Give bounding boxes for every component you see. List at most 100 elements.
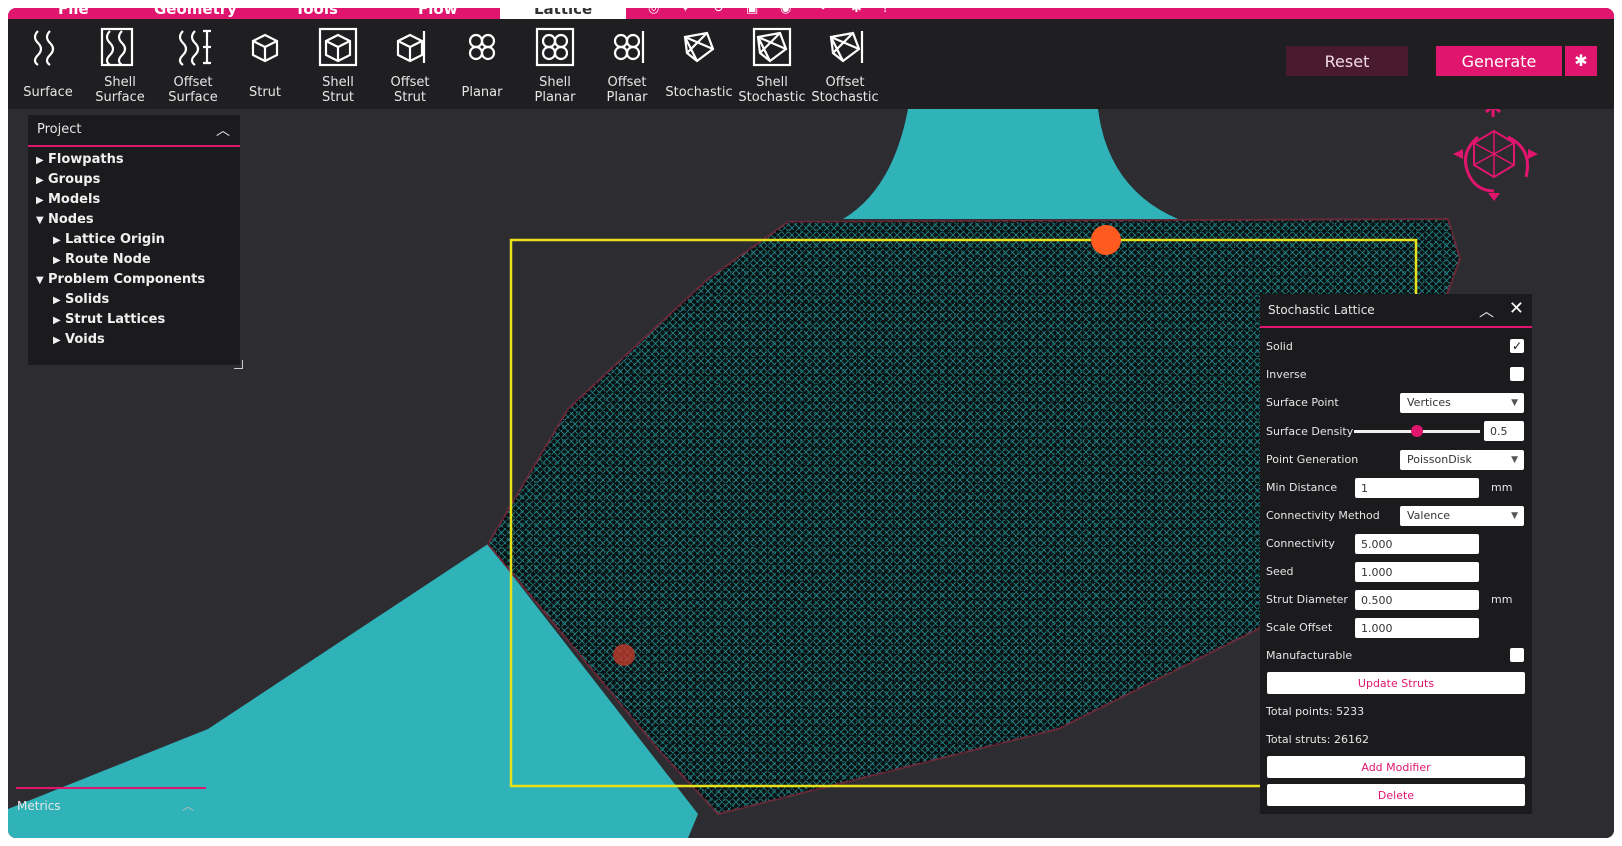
lattice-origin-marker[interactable] — [1091, 225, 1121, 255]
seed-input[interactable] — [1355, 562, 1479, 582]
tree-item-flowpaths[interactable]: ▶ Flowpaths — [36, 152, 124, 167]
connectivity-method-select[interactable]: Valence ▼ — [1400, 506, 1524, 526]
offset-surface-icon — [178, 29, 211, 66]
chevron-up-icon[interactable]: ︿ — [216, 120, 230, 140]
offset-stochastic-icon — [829, 31, 864, 63]
menu-tab-file[interactable]: File — [58, 8, 89, 19]
tool-label: Offset Stochastic — [808, 75, 882, 105]
caret-right-icon[interactable]: ▶ — [53, 295, 65, 306]
inverse-label: Inverse — [1266, 368, 1307, 381]
surface-point-select[interactable]: Vertices ▼ — [1400, 393, 1524, 413]
tool-label-line1: Offset — [173, 75, 213, 90]
caret-down-icon[interactable]: ▼ — [36, 275, 48, 286]
shell-planar-icon — [535, 27, 575, 67]
lattice-panel-title: Stochastic Lattice — [1268, 303, 1375, 317]
chevron-down-icon: ▼ — [1511, 398, 1518, 408]
tool-shell-planar[interactable]: Shell Planar — [518, 19, 592, 109]
menu-tab-geometry[interactable]: Geometry — [154, 8, 237, 19]
seed-label: Seed — [1266, 565, 1294, 578]
menu-tab-tools[interactable]: Tools — [295, 8, 338, 19]
tool-label: Offset Planar — [590, 75, 664, 105]
tool-label: Shell Stochastic — [735, 75, 809, 105]
node-icon[interactable]: ✦ — [680, 8, 696, 17]
tree-item-label: Groups — [48, 172, 101, 187]
reset-button[interactable]: Reset — [1286, 46, 1408, 76]
tool-offset-planar[interactable]: Offset Planar — [590, 19, 664, 109]
tree-item-solids[interactable]: ▶ Solids — [53, 292, 109, 307]
tool-label-line2: Strut — [393, 90, 427, 105]
tree-item-groups[interactable]: ▶ Groups — [36, 172, 100, 187]
caret-right-icon[interactable]: ▶ — [53, 255, 65, 266]
chevron-up-icon[interactable]: ︿ — [182, 797, 194, 814]
caret-down-icon[interactable]: ▼ — [36, 215, 48, 226]
tree-item-strut-lattices[interactable]: ▶ Strut Lattices — [53, 312, 165, 327]
solid-checkbox[interactable]: ✓ — [1510, 339, 1524, 353]
project-panel: Project ︿ ▶ Flowpaths ▶ Groups ▶ Models ▼ Nodes… — [28, 115, 240, 365]
tool-label-line2: Strut — [321, 90, 355, 105]
tree-item-lattice-origin[interactable]: ▶ Lattice Origin — [53, 232, 165, 247]
caret-right-icon[interactable]: ▶ — [36, 195, 48, 206]
tool-offset-surface[interactable]: Offset Surface — [156, 19, 230, 109]
tree-item-label: Solids — [65, 292, 110, 307]
tool-shell-surface[interactable]: Shell Surface — [83, 19, 157, 109]
scale-offset-input[interactable] — [1355, 618, 1479, 638]
close-icon[interactable]: ✕ — [1509, 298, 1524, 319]
add-modifier-button[interactable]: Add Modifier — [1267, 756, 1525, 778]
settings-button[interactable]: ✱ — [1565, 46, 1597, 76]
chevron-up-icon[interactable]: ︿ — [1479, 300, 1494, 321]
tree-item-label: Route Node — [65, 252, 151, 267]
tool-strut-lattice[interactable]: Strut — [228, 19, 302, 109]
globe-icon[interactable]: ◎ — [648, 8, 664, 17]
tool-planar-lattice[interactable]: Planar — [445, 19, 519, 109]
metrics-bar[interactable]: Metrics ︿ — [16, 787, 206, 817]
layout-icon[interactable]: ▣ — [746, 8, 762, 17]
shell-surface-icon — [100, 27, 134, 67]
generate-button[interactable]: Generate — [1436, 46, 1562, 76]
tool-shell-strut[interactable]: Shell Strut — [301, 19, 375, 109]
connectivity-input[interactable] — [1355, 534, 1479, 554]
tree-item-problem-components[interactable]: ▼ Problem Components — [36, 272, 205, 287]
surface-density-slider-handle[interactable] — [1411, 425, 1423, 437]
surface-density-input[interactable] — [1484, 421, 1524, 441]
point-generation-select[interactable]: PoissonDisk ▼ — [1400, 450, 1524, 470]
surface-lattice-icon — [33, 30, 55, 66]
resize-handle[interactable] — [234, 360, 243, 369]
tree-item-models[interactable]: ▶ Models — [36, 192, 100, 207]
tree-item-nodes[interactable]: ▼ Nodes — [36, 212, 94, 227]
connectivity-label: Connectivity — [1266, 537, 1335, 550]
connectivity-method-value: Valence — [1407, 509, 1451, 522]
caret-right-icon[interactable]: ▶ — [36, 175, 48, 186]
tool-stochastic-lattice[interactable]: Stochastic — [662, 19, 736, 109]
tool-label-line1: Shell — [756, 75, 788, 90]
view-cube-gizmo[interactable] — [1453, 109, 1538, 201]
menu-tab-lattice[interactable]: Lattice — [500, 8, 627, 19]
tool-offset-stochastic[interactable]: Offset Stochastic — [808, 19, 882, 109]
caret-right-icon[interactable]: ▶ — [53, 235, 65, 246]
route-node-marker[interactable] — [613, 644, 635, 666]
tool-shell-stochastic[interactable]: Shell Stochastic — [735, 19, 809, 109]
update-struts-button[interactable]: Update Struts — [1267, 672, 1525, 694]
min-distance-input[interactable] — [1355, 478, 1479, 498]
shell-strut-icon — [318, 27, 358, 67]
tree-item-route-node[interactable]: ▶ Route Node — [53, 252, 151, 267]
gear-icon[interactable]: ✱ — [851, 8, 867, 17]
tree-item-voids[interactable]: ▶ Voids — [53, 332, 105, 347]
caret-right-icon[interactable]: ▶ — [53, 335, 65, 346]
tree-item-label: Flowpaths — [48, 152, 124, 167]
refresh-icon[interactable]: ↻ — [713, 8, 729, 17]
menu-tab-flow[interactable]: Flow — [418, 8, 458, 19]
inverse-checkbox[interactable] — [1510, 367, 1524, 381]
tool-offset-strut[interactable]: Offset Strut — [373, 19, 447, 109]
stochastic-lattice-icon — [683, 31, 715, 63]
eye-icon[interactable]: ◉ — [780, 8, 796, 17]
caret-right-icon[interactable]: ▶ — [53, 315, 65, 326]
offset-planar-icon — [613, 31, 645, 63]
manufacturable-checkbox[interactable] — [1510, 648, 1524, 662]
help-icon[interactable]: ? — [882, 8, 898, 17]
strut-diameter-input[interactable] — [1355, 590, 1479, 610]
tool-surface-lattice[interactable]: Surface — [11, 19, 85, 109]
delete-button[interactable]: Delete — [1267, 784, 1525, 806]
tool-label-line1: Offset — [607, 75, 647, 90]
undo-icon[interactable]: ↶ — [820, 8, 836, 17]
caret-right-icon[interactable]: ▶ — [36, 155, 48, 166]
